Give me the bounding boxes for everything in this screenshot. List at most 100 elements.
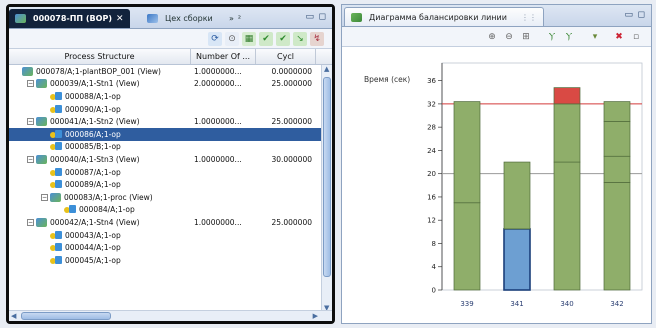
bar-segment — [503, 228, 531, 291]
tree-header: Process Structure Number Of ... Cycl — [9, 49, 332, 65]
tree-row[interactable]: 000088/A;1-op — [9, 90, 332, 103]
collapse-toggle-icon[interactable]: − — [27, 218, 34, 226]
tree-row[interactable]: 000090/A;1-op — [9, 103, 332, 116]
horizontal-scrollbar[interactable]: ◀ ▶ — [9, 310, 332, 321]
tab-line-balance-chart[interactable]: Диаграмма балансировки линии ⋮⋮ — [344, 7, 544, 26]
chart-toolbar: ⊕ ⊖ ⊞ Ⲩ Ⲩ ▾ ✖ ▫ — [342, 27, 651, 47]
tree-row[interactable]: − 000042/A;1-Stn4 (View) 1.0000000... 25.00… — [9, 216, 332, 229]
menu-icon[interactable]: ▫ — [629, 30, 643, 44]
operation-icon — [50, 180, 62, 189]
maximize-icon[interactable]: ◻ — [319, 12, 326, 22]
bar-segment — [603, 182, 631, 291]
y-tick-label: 24 — [427, 147, 436, 155]
tree-node-label: 000043/A;1-op — [65, 230, 121, 240]
zoom-out-icon[interactable]: ⊖ — [502, 30, 516, 44]
column-cycle[interactable]: Cycl — [256, 49, 316, 64]
minimize-icon[interactable]: ▭ — [305, 12, 314, 22]
tab-bop-label: 000078-ПП (BOP) — [33, 14, 112, 23]
collapse-toggle-icon[interactable]: − — [41, 193, 48, 201]
tree-node-label: 000040/A;1-Stn3 (View) — [50, 154, 140, 164]
maximize-icon[interactable]: ◻ — [638, 10, 645, 20]
tree-row[interactable]: 000084/A;1-op — [9, 204, 332, 217]
filter-alt-icon[interactable]: Ⲩ — [562, 30, 576, 44]
minimize-icon[interactable]: ▭ — [624, 10, 633, 20]
x-tick-label: 340 — [560, 300, 573, 308]
zoom-fit-icon[interactable]: ⊞ — [519, 30, 533, 44]
remove-icon[interactable]: ↯ — [310, 31, 324, 46]
tree-row[interactable]: 000089/A;1-op — [9, 178, 332, 191]
y-tick-label: 0 — [432, 287, 436, 295]
bop-icon — [15, 14, 26, 23]
tree-node-label: 000078/A;1-plantBOP_001 (View) — [36, 66, 161, 76]
tab-line-balance-label: Диаграмма балансировки линии — [369, 12, 507, 22]
overflow-count: ² — [237, 14, 242, 23]
scroll-up-icon[interactable]: ▲ — [324, 65, 329, 73]
tree-cell-structure: 000086/A;1-op — [9, 129, 191, 139]
x-tick-label: 339 — [460, 300, 473, 308]
tree-row[interactable]: 000044/A;1-op — [9, 241, 332, 254]
tree-node-label: 000041/A;1-Stn2 (View) — [50, 117, 140, 127]
station-icon — [36, 154, 47, 164]
station-icon — [22, 66, 33, 76]
tree-cell-structure: − 000040/A;1-Stn3 (View) — [9, 154, 191, 164]
collapse-toggle-icon[interactable]: − — [27, 155, 34, 163]
process-structure-view: 000078-ПП (BOP) ✕ Цех сборки » ² ▭ ◻ ⟳ ⊙… — [6, 4, 335, 324]
bar-segment — [603, 101, 631, 122]
tree-cell-structure: − 000083/A;1-proc (View) — [9, 192, 191, 202]
tree-node-label: 000042/A;1-Stn4 (View) — [50, 217, 140, 227]
add-operation-icon[interactable]: ▦ — [242, 31, 256, 46]
tree-cell-cycle: 25.000000 — [271, 117, 312, 127]
operation-icon — [50, 104, 62, 114]
tree-row[interactable]: − 000041/A;1-Stn2 (View) 1.0000000... 25.00… — [9, 115, 332, 128]
options-dropdown-icon[interactable]: ▾ — [588, 30, 602, 44]
tree-row[interactable]: 000086/A;1-op — [9, 127, 332, 141]
scroll-right-icon[interactable]: ▶ — [313, 312, 318, 320]
tree-row[interactable]: 000087/A;1-op — [9, 166, 332, 179]
bar-segment — [603, 155, 631, 183]
tab-bop[interactable]: 000078-ПП (BOP) ✕ — [9, 9, 130, 28]
collapse-toggle-icon[interactable]: − — [27, 80, 34, 88]
tree-node-label: 000088/A;1-op — [65, 91, 121, 101]
column-number-of[interactable]: Number Of ... — [191, 49, 256, 64]
operation-icon — [50, 142, 62, 151]
tree-row[interactable]: − 000040/A;1-Stn3 (View) 1.0000000... 30.00… — [9, 153, 332, 166]
find-icon[interactable]: ⊙ — [225, 31, 239, 46]
tree-cell-structure: 000044/A;1-op — [9, 243, 191, 252]
station-icon — [36, 79, 47, 89]
bar-segment — [553, 161, 581, 291]
tree-row[interactable]: − 000083/A;1-proc (View) — [9, 191, 332, 204]
chart-canvas: 0 4 8 12 16 20 24 28 32 36 339 341 340 342 — [427, 62, 643, 308]
close-icon[interactable]: ✕ — [116, 14, 124, 24]
tab-overflow[interactable]: » ² — [223, 9, 247, 28]
chart-icon — [351, 12, 362, 22]
tree-row[interactable]: 000043/A;1-op — [9, 229, 332, 242]
y-tick-label: 36 — [427, 77, 436, 85]
assign-icon[interactable]: ✔ — [259, 31, 273, 46]
collapse-toggle-icon[interactable]: − — [27, 118, 34, 126]
tab-drag-icon[interactable]: ⋮⋮ — [521, 13, 537, 22]
vertical-scrollbar[interactable]: ▲ ▼ — [321, 65, 332, 312]
tab-assembly-shop[interactable]: Цех сборки — [141, 9, 219, 28]
tree-row[interactable]: 000078/A;1-plantBOP_001 (View) 1.0000000.… — [9, 65, 332, 78]
tree-node-label: 000084/A;1-op — [79, 205, 135, 215]
tree-cell-cycle: 25.000000 — [271, 79, 312, 89]
tree-node-label: 000045/A;1-op — [65, 255, 121, 265]
refresh-icon[interactable]: ⟳ — [208, 31, 222, 46]
scroll-left-icon[interactable]: ◀ — [11, 312, 16, 320]
zoom-in-icon[interactable]: ⊕ — [485, 30, 499, 44]
move-down-icon[interactable]: ↘ — [293, 31, 307, 46]
tree-row[interactable]: 000045/A;1-op — [9, 254, 332, 267]
column-process-structure[interactable]: Process Structure — [9, 49, 191, 64]
vertical-scroll-thumb[interactable] — [323, 77, 331, 277]
operation-icon — [50, 230, 62, 240]
y-tick-label: 4 — [432, 263, 437, 271]
tree-row[interactable]: 000085/B;1-op — [9, 141, 332, 154]
shop-icon — [147, 14, 158, 23]
line-balance-chart: Время (сек) 0 4 8 12 16 20 24 28 32 36 339 341 340 34… — [342, 49, 651, 323]
horizontal-scroll-thumb[interactable] — [21, 312, 111, 320]
station-icon — [36, 117, 47, 127]
delete-icon[interactable]: ✖ — [612, 30, 626, 44]
tree-row[interactable]: − 000039/A;1-Stn1 (View) 2.0000000... 25.00… — [9, 78, 332, 91]
validate-icon[interactable]: ✔ — [276, 31, 290, 46]
filter-icon[interactable]: Ⲩ — [545, 30, 559, 44]
